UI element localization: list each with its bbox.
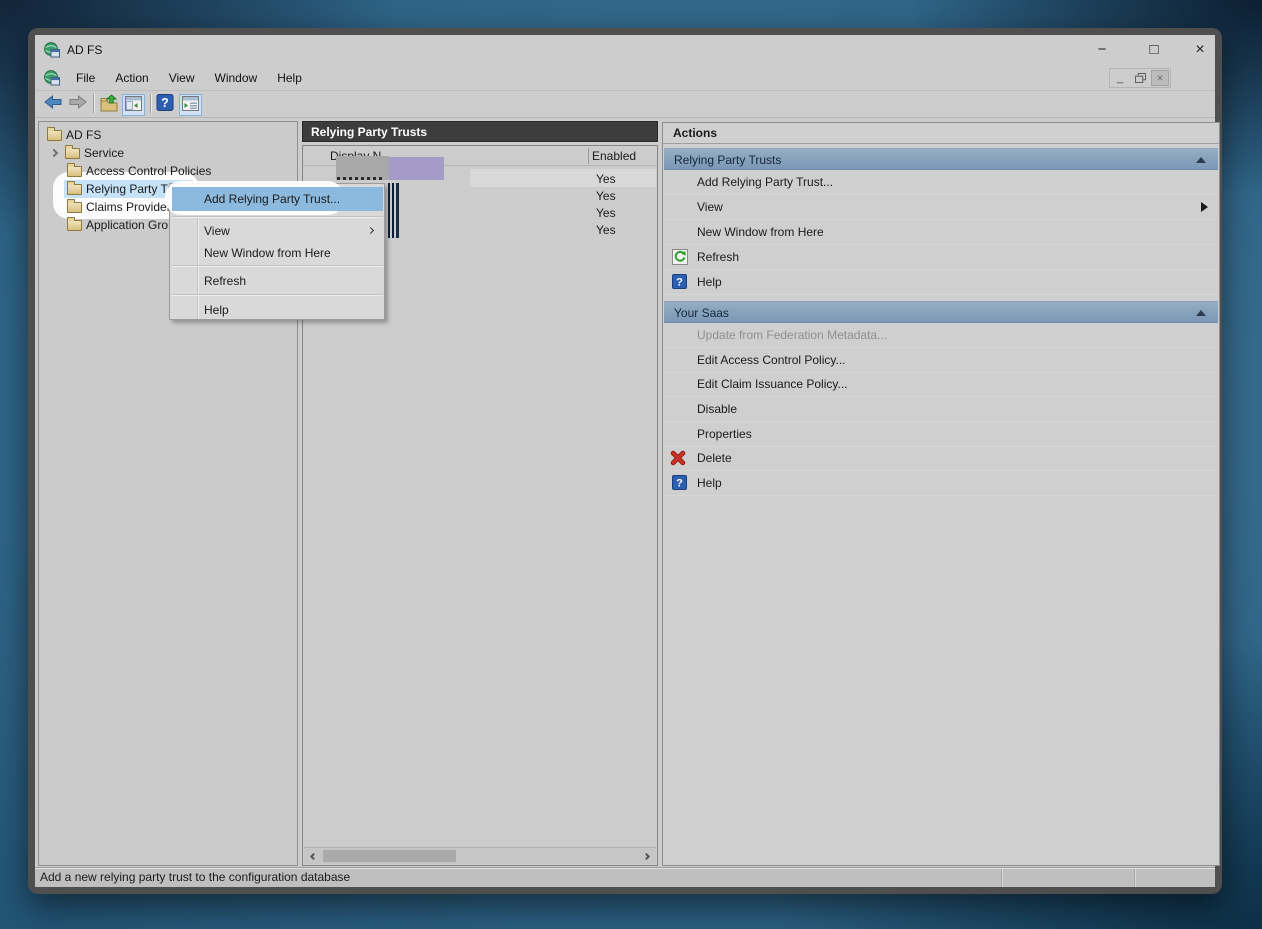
toolbar-separator	[150, 94, 152, 113]
scroll-left-button[interactable]	[304, 848, 320, 864]
folder-icon	[47, 130, 62, 141]
show-console-tree-button[interactable]	[122, 94, 145, 116]
tree-item-claims-provider[interactable]: Claims Provider	[67, 198, 171, 216]
menu-bar: File Action View Window Help _ ×	[35, 65, 1215, 91]
toolbar: ?	[35, 91, 1215, 118]
action-refresh[interactable]: Refresh	[664, 245, 1218, 270]
status-panel-divider	[1001, 869, 1003, 887]
collapse-icon[interactable]	[1196, 157, 1206, 163]
help-icon: ?	[672, 475, 687, 490]
context-menu-view[interactable]: View	[172, 220, 383, 242]
mdi-window-controls: _ ×	[1109, 68, 1171, 88]
context-menu-help[interactable]: Help	[172, 299, 383, 321]
forward-icon[interactable]	[68, 94, 88, 110]
list-row-enabled[interactable]: Yes	[596, 189, 616, 203]
status-text: Add a new relying party trust to the con…	[40, 870, 350, 884]
submenu-chevron-icon	[367, 227, 374, 234]
tree-item-relying-party-trusts[interactable]: Relying Party Tr	[67, 180, 171, 198]
action-update-from-federation-metadata[interactable]: Update from Federation Metadata...	[664, 323, 1218, 348]
context-menu-add-relying-party-trust[interactable]: Add Relying Party Trust...	[172, 187, 383, 211]
column-enabled[interactable]: Enabled	[592, 149, 636, 163]
export-folder-icon[interactable]	[99, 94, 119, 113]
menu-separator	[172, 294, 383, 295]
action-edit-access-control-policy[interactable]: Edit Access Control Policy...	[664, 348, 1218, 373]
menu-window[interactable]: Window	[205, 65, 268, 91]
action-view[interactable]: View	[664, 195, 1218, 220]
column-divider[interactable]	[588, 148, 589, 164]
redaction-overlay	[388, 183, 400, 238]
console-icon	[44, 70, 60, 86]
redaction-overlay	[389, 157, 444, 180]
console-tree-icon	[125, 96, 142, 111]
action-disable[interactable]: Disable	[664, 397, 1218, 422]
section-header-your-saas[interactable]: Your Saas	[664, 301, 1218, 323]
help-icon: ?	[672, 274, 687, 289]
action-add-relying-party-trust[interactable]: Add Relying Party Trust...	[664, 170, 1218, 195]
status-bar: Add a new relying party trust to the con…	[35, 867, 1215, 887]
horizontal-scrollbar[interactable]	[304, 847, 656, 864]
help-toolbar-icon[interactable]: ?	[156, 94, 174, 111]
tree-item-access-control-policies[interactable]: Access Control Policies	[67, 162, 211, 180]
maximize-button[interactable]: □	[1139, 37, 1169, 63]
scrollbar-thumb[interactable]	[323, 850, 456, 862]
tree-item-service[interactable]: Service	[51, 144, 124, 162]
action-properties[interactable]: Properties	[664, 422, 1218, 447]
list-row-enabled[interactable]: Yes	[596, 172, 616, 186]
adfs-app-icon	[44, 42, 60, 58]
window-title: AD FS	[67, 43, 102, 57]
folder-icon	[67, 184, 82, 195]
mdi-restore-button[interactable]	[1131, 70, 1149, 86]
tree-item-application-groups[interactable]: Application Gro	[67, 216, 168, 234]
restore-icon	[1135, 73, 1146, 83]
folder-icon	[67, 220, 82, 231]
toolbar-separator	[93, 94, 95, 113]
actions-pane: Actions Relying Party Trusts Add Relying…	[662, 122, 1220, 866]
svg-text:?: ?	[161, 96, 169, 110]
collapse-icon[interactable]	[1196, 310, 1206, 316]
tree-item-adfs-root[interactable]: AD FS	[47, 126, 101, 144]
mdi-minimize-button[interactable]: _	[1111, 70, 1129, 86]
list-row-enabled[interactable]: Yes	[596, 223, 616, 237]
back-icon[interactable]	[43, 94, 63, 110]
folder-icon	[67, 202, 82, 213]
expand-chevron-icon[interactable]	[50, 149, 58, 157]
submenu-arrow-icon	[1201, 202, 1208, 212]
section-header-relying-party-trusts[interactable]: Relying Party Trusts	[664, 148, 1218, 170]
folder-icon	[65, 148, 80, 159]
context-menu-new-window-from-here[interactable]: New Window from Here	[172, 242, 383, 264]
menu-help[interactable]: Help	[267, 65, 312, 91]
results-pane-title: Relying Party Trusts	[302, 121, 658, 142]
refresh-icon	[672, 249, 688, 265]
redaction-overlay	[337, 177, 385, 180]
action-pane-icon	[182, 96, 199, 111]
menu-view[interactable]: View	[159, 65, 205, 91]
menu-action[interactable]: Action	[105, 65, 158, 91]
actions-pane-title: Actions	[663, 123, 1219, 144]
menu-file[interactable]: File	[66, 65, 105, 91]
minimize-button[interactable]: −	[1087, 37, 1117, 63]
action-help-saas[interactable]: ? Help	[664, 471, 1218, 496]
list-row-enabled[interactable]: Yes	[596, 206, 616, 220]
action-new-window-from-here[interactable]: New Window from Here	[664, 220, 1218, 245]
action-delete[interactable]: Delete	[664, 446, 1218, 471]
close-button[interactable]: ×	[1185, 37, 1215, 63]
context-menu: Add Relying Party Trust... View New Wind…	[169, 183, 385, 320]
scroll-right-button[interactable]	[640, 848, 656, 864]
title-bar[interactable]: AD FS − □ ×	[35, 35, 1215, 65]
action-edit-claim-issuance-policy[interactable]: Edit Claim Issuance Policy...	[664, 372, 1218, 397]
action-help[interactable]: ? Help	[664, 270, 1218, 295]
context-menu-refresh[interactable]: Refresh	[172, 270, 383, 292]
show-action-pane-button[interactable]	[179, 94, 202, 116]
status-panel-divider	[1134, 869, 1136, 887]
adfs-console-window: AD FS − □ × File Action View Window Help…	[28, 28, 1222, 894]
svg-text:?: ?	[676, 478, 683, 490]
selected-row-highlight	[470, 169, 656, 187]
svg-text:?: ?	[676, 277, 683, 289]
menu-separator	[172, 216, 383, 217]
mdi-close-button[interactable]: ×	[1151, 70, 1169, 86]
folder-icon	[67, 166, 82, 177]
menu-separator	[172, 265, 383, 266]
delete-icon	[670, 450, 686, 466]
